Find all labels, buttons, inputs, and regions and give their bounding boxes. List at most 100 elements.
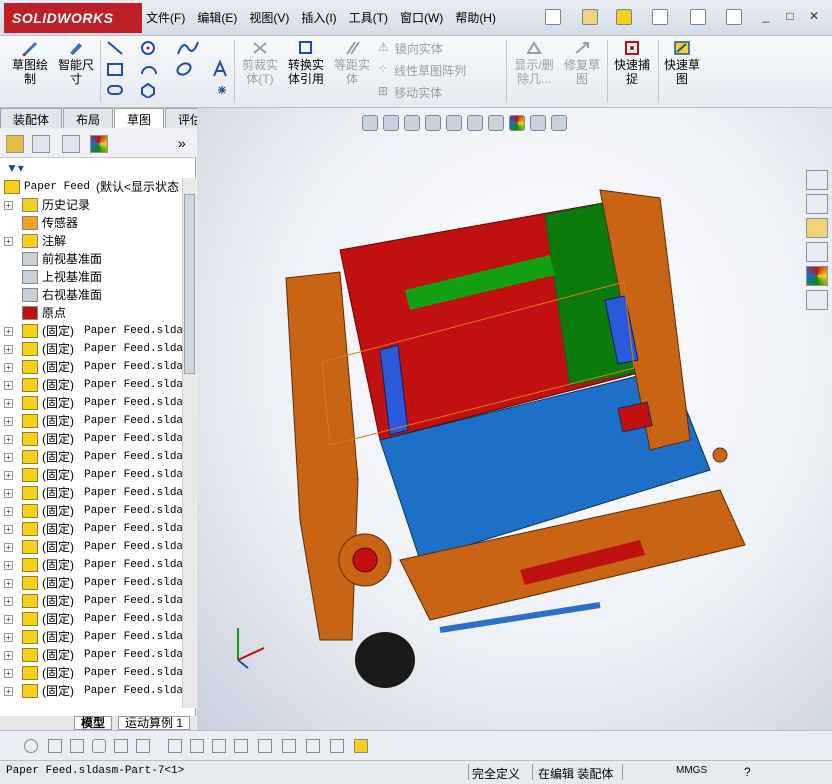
tree-part-row[interactable]: + (固定) Paper Feed.sldas [0,538,182,556]
expand-icon[interactable]: + [4,489,13,498]
trim-icon[interactable] [114,739,128,753]
home-icon[interactable] [806,170,828,190]
tree-part-row[interactable]: + (固定) Paper Feed.sldas [0,502,182,520]
menu-view[interactable]: 视图(V) [249,9,289,26]
tab-sketch[interactable]: 草图 [114,108,165,128]
repair-button[interactable]: 修复草 图 [560,40,604,86]
polygon-icon[interactable] [141,82,155,98]
mirror-button[interactable]: ⚠ 镜向实体 [378,40,443,57]
print-icon[interactable] [652,9,668,25]
line-icon[interactable] [107,41,123,55]
file-explorer-icon[interactable] [806,218,828,238]
tree-part-row[interactable]: + (固定) Paper Feed.sldas [0,430,182,448]
tree-item[interactable]: 前视基准面 [0,250,182,268]
menu-tools[interactable]: 工具(T) [349,9,388,26]
smart-dimension-button[interactable]: 智能尺 寸 [54,40,98,86]
tree-part-row[interactable]: + (固定) Paper Feed.sldas [0,394,182,412]
tree-part-row[interactable]: + (固定) Paper Feed.sldas [0,484,182,502]
box-select-icon[interactable] [258,739,272,753]
tree-item[interactable]: 右视基准面 [0,286,182,304]
menu-file[interactable]: 文件(F) [146,9,185,26]
expand-icon[interactable]: + [4,669,13,678]
corner-icon[interactable] [234,739,248,753]
convert-button[interactable]: 转换实 体引用 [284,40,328,86]
tree-item[interactable]: 原点 [0,304,182,322]
expand-icon[interactable]: + [4,687,13,696]
tree-part-row[interactable]: + (固定) Paper Feed.sldas [0,646,182,664]
view-settings-icon[interactable] [551,115,567,131]
display-manager-icon[interactable] [90,135,108,153]
help-icon[interactable] [726,9,742,25]
tree-part-row[interactable]: + (固定) Paper Feed.sldas [0,628,182,646]
tree-part-row[interactable]: + (固定) Paper Feed.sldas [0,358,182,376]
tree-item[interactable]: 上视基准面 [0,268,182,286]
expand-icon[interactable]: + [4,633,13,642]
section-view-icon[interactable] [425,115,441,131]
hide-show-icon[interactable] [488,115,504,131]
appearance-icon[interactable] [509,115,525,131]
view-palette-icon[interactable] [806,242,828,262]
circle-icon[interactable] [141,41,155,55]
menu-help[interactable]: 帮助(H) [455,9,496,26]
display-style-icon[interactable] [467,115,483,131]
expand-icon[interactable]: + [4,399,13,408]
slot-icon[interactable] [107,85,123,95]
expand-icon[interactable]: + [4,651,13,660]
expand-icon[interactable]: + [4,579,13,588]
assembly-model[interactable] [197,108,832,730]
expand-icon[interactable]: + [4,327,13,336]
sketch-button[interactable]: 草图绘 制 [8,40,52,86]
tab-assembly[interactable]: 装配体 [0,108,63,128]
tree-part-row[interactable]: + (固定) Paper Feed.sldas [0,682,182,700]
rapid-sketch-button[interactable]: 快速草 图 [660,40,704,86]
feature-tree-icon[interactable] [6,135,24,153]
expand-panel-icon[interactable]: » [178,135,186,151]
tab-layout[interactable]: 布局 [63,108,114,128]
expand-icon[interactable]: + [4,597,13,606]
arc-icon[interactable] [141,66,157,75]
view-orientation-icon[interactable] [446,115,462,131]
polygon-icon[interactable] [92,739,106,753]
resources-icon[interactable] [806,194,828,214]
minimize-icon[interactable]: _ [756,8,776,24]
line-icon[interactable] [48,739,62,753]
appearances-icon[interactable] [806,266,828,286]
point-icon[interactable] [24,739,38,753]
fillet-icon[interactable] [190,739,204,753]
solidworks-logo[interactable]: SOLIDWORKS [4,3,142,33]
move-button[interactable]: ⊞ 移动实体 [378,84,442,101]
offset-button[interactable]: 等距实 体 [330,40,374,86]
graphics-area[interactable] [197,108,832,730]
centerline-icon[interactable] [70,739,84,753]
expand-icon[interactable]: + [4,417,13,426]
expand-icon[interactable]: + [4,453,13,462]
point-icon[interactable] [218,86,226,94]
tab-motion-study[interactable]: 运动算例 1 [118,716,191,730]
menu-insert[interactable]: 插入(I) [301,9,336,26]
custom-properties-icon[interactable] [806,290,828,310]
expand-icon[interactable]: + [4,525,13,534]
property-manager-icon[interactable] [32,135,50,153]
extend-icon[interactable] [136,739,150,753]
trim-button[interactable]: 剪裁实 体(T) [238,40,282,86]
quick-tips-icon[interactable]: ? [744,765,751,779]
rebuild-icon[interactable] [616,9,632,25]
expand-icon[interactable]: + [4,471,13,480]
tree-part-row[interactable]: + (固定) Paper Feed.sldas [0,574,182,592]
text-icon[interactable] [213,59,227,77]
tree-part-row[interactable]: + (固定) Paper Feed.sldas [0,664,182,682]
tree-scrollbar[interactable] [182,178,196,708]
tree-item[interactable]: + 历史记录 [0,196,182,214]
expand-icon[interactable]: + [4,345,13,354]
tree-item[interactable]: + 注解 [0,232,182,250]
configuration-manager-icon[interactable] [62,135,80,153]
open-folder-icon[interactable] [582,9,598,25]
previous-view-icon[interactable] [404,115,420,131]
ellipse-icon[interactable] [175,61,192,77]
tree-part-row[interactable]: + (固定) Paper Feed.sldas [0,592,182,610]
menu-edit[interactable]: 编辑(E) [197,9,237,26]
tree-item[interactable]: 传感器 [0,214,182,232]
zoom-to-area-icon[interactable] [383,115,399,131]
expand-icon[interactable]: + [4,201,13,210]
scroll-thumb[interactable] [184,194,195,374]
